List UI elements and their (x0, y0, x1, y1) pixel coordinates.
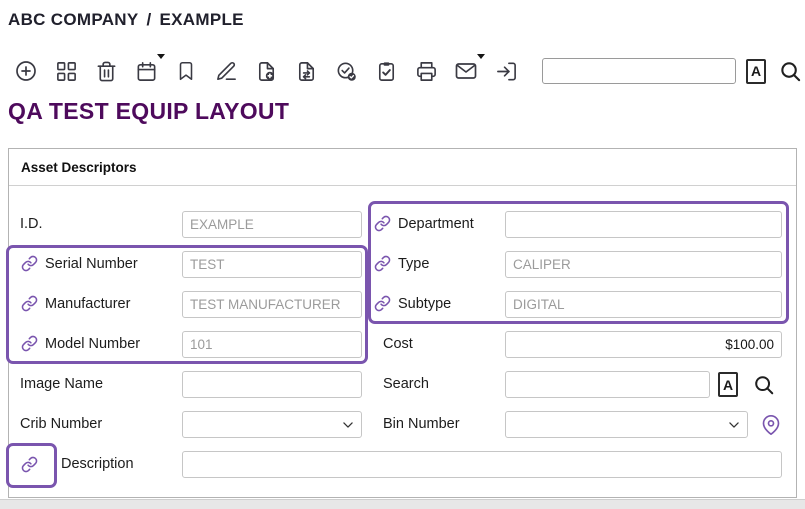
file-transfer-icon (295, 60, 318, 83)
model-number-input[interactable] (182, 331, 362, 358)
calendar-icon (135, 60, 158, 83)
calendar-dropdown-button[interactable] (134, 57, 158, 85)
field-label-id: I.D. (20, 215, 43, 233)
dropdown-caret-icon (477, 54, 485, 59)
dropdown-caret-icon (157, 54, 165, 59)
description-input[interactable] (182, 451, 782, 478)
approve-button[interactable] (334, 57, 358, 85)
field-label-serial-number: Serial Number (45, 255, 138, 273)
field-label-search: Search (383, 375, 429, 393)
asset-descriptors-panel: Asset Descriptors I.D. Serial Number Man… (8, 148, 797, 498)
add-button[interactable] (14, 57, 38, 85)
approve-icon (335, 60, 358, 83)
print-icon (415, 60, 438, 83)
chevron-down-icon (341, 418, 355, 432)
breadcrumb: ABC COMPANY / EXAMPLE (8, 10, 244, 30)
field-search-button[interactable] (751, 372, 777, 398)
panel-header: Asset Descriptors (9, 149, 796, 186)
breadcrumb-record[interactable]: EXAMPLE (160, 10, 244, 30)
toolbar: A (14, 54, 802, 88)
file-add-icon (255, 60, 278, 83)
bin-location-button[interactable] (760, 411, 782, 438)
field-label-crib-number: Crib Number (20, 415, 102, 433)
field-label-model-number: Model Number (45, 335, 140, 353)
file-add-button[interactable] (254, 57, 278, 85)
field-label-bin-number: Bin Number (383, 415, 460, 433)
map-pin-icon (761, 415, 781, 435)
serial-number-link-icon[interactable] (21, 255, 39, 273)
cost-input[interactable] (505, 331, 782, 358)
subtype-link-icon[interactable] (374, 295, 392, 313)
checklist-icon (375, 60, 398, 83)
department-input[interactable] (505, 211, 782, 238)
crib-number-select[interactable] (182, 411, 362, 438)
batch-grid-button[interactable] (54, 57, 78, 85)
link-icon (374, 295, 391, 312)
type-input[interactable] (505, 251, 782, 278)
field-label-manufacturer: Manufacturer (45, 295, 130, 313)
email-icon (454, 59, 478, 83)
id-input[interactable] (182, 211, 362, 238)
chevron-down-icon (727, 418, 741, 432)
bookmark-icon (175, 60, 197, 82)
breadcrumb-separator: / (147, 10, 152, 30)
bottom-scroll-area (0, 499, 805, 509)
grid-icon (55, 60, 78, 83)
image-name-input[interactable] (182, 371, 362, 398)
description-link-icon[interactable] (21, 456, 39, 474)
search-icon (779, 60, 802, 83)
manufacturer-input[interactable] (182, 291, 362, 318)
panel-title: Asset Descriptors (21, 160, 137, 175)
model-number-link-icon[interactable] (21, 335, 39, 353)
field-label-department: Department (398, 215, 474, 233)
delete-icon (95, 60, 118, 83)
link-icon (374, 215, 391, 232)
checklist-button[interactable] (374, 57, 398, 85)
department-link-icon[interactable] (374, 215, 392, 233)
delete-button[interactable] (94, 57, 118, 85)
exit-icon (495, 60, 518, 83)
field-search-input[interactable] (505, 371, 710, 398)
link-icon (21, 335, 38, 352)
edit-icon (215, 60, 238, 83)
print-button[interactable] (414, 57, 438, 85)
toolbar-search-button[interactable] (778, 58, 802, 84)
manufacturer-link-icon[interactable] (21, 295, 39, 313)
type-link-icon[interactable] (374, 255, 392, 273)
field-label-image-name: Image Name (20, 375, 103, 393)
field-label-subtype: Subtype (398, 295, 451, 313)
link-icon (21, 295, 38, 312)
serial-number-input[interactable] (182, 251, 362, 278)
email-dropdown-button[interactable] (454, 57, 478, 85)
exit-record-button[interactable] (494, 57, 518, 85)
edit-button[interactable] (214, 57, 238, 85)
link-icon (21, 456, 38, 473)
breadcrumb-company[interactable]: ABC COMPANY (8, 10, 139, 30)
subtype-input[interactable] (505, 291, 782, 318)
field-label-type: Type (398, 255, 429, 273)
field-label-description: Description (61, 455, 134, 473)
bin-number-select[interactable] (505, 411, 748, 438)
toolbar-search-input[interactable] (542, 58, 736, 84)
field-match-case-button[interactable]: A (718, 372, 738, 397)
toolbar-match-case-button[interactable]: A (746, 59, 766, 84)
file-transfer-button[interactable] (294, 57, 318, 85)
page-title: QA TEST EQUIP LAYOUT (8, 98, 289, 125)
field-label-cost: Cost (383, 335, 413, 353)
link-icon (21, 255, 38, 272)
link-icon (374, 255, 391, 272)
bookmark-button[interactable] (174, 57, 198, 85)
add-icon (14, 59, 38, 83)
panel-body: I.D. Serial Number Manufacturer Model Nu… (9, 186, 796, 497)
search-icon (753, 374, 775, 396)
